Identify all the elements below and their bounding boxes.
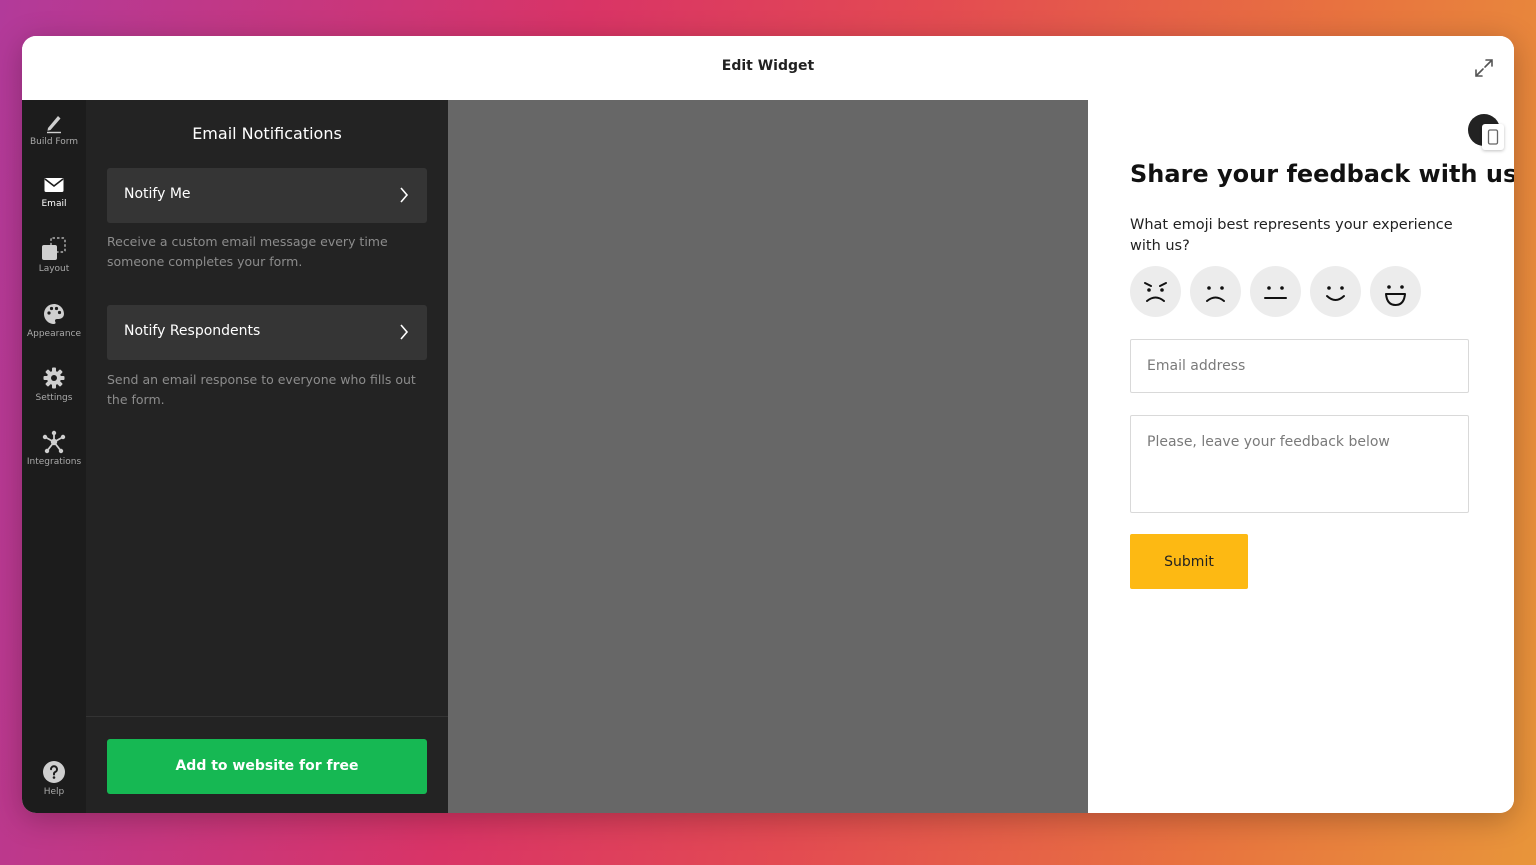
rail-label-settings: Settings xyxy=(35,393,73,403)
gear-icon xyxy=(43,367,65,389)
neutral-face-icon xyxy=(1264,286,1287,299)
grin-face-icon xyxy=(1385,285,1406,306)
notify-respondents-option[interactable]: Notify Respondents xyxy=(107,305,427,360)
widget-preview: Share your feedback with us What emoji b… xyxy=(1088,100,1514,813)
rail-item-help[interactable]: Help xyxy=(22,760,86,813)
rail-label-integrations: Integrations xyxy=(26,457,82,467)
title-bar: Edit Widget xyxy=(22,36,1514,101)
phone-icon xyxy=(1487,129,1499,145)
email-field[interactable] xyxy=(1130,339,1469,393)
notify-me-description: Receive a custom email message every tim… xyxy=(107,234,388,269)
notify-respondents-description: Send an email response to everyone who f… xyxy=(107,372,416,407)
edit-widget-window: Edit Widget Build Form Email Layout Appe… xyxy=(22,36,1514,813)
rail-item-appearance[interactable]: Appearance xyxy=(22,302,86,358)
angry-face-icon xyxy=(1144,282,1167,302)
rail-item-email[interactable]: Email xyxy=(22,174,86,230)
add-to-website-button[interactable]: Add to website for free xyxy=(107,739,427,794)
form-title: Share your feedback with us xyxy=(1130,160,1514,188)
chevron-right-icon xyxy=(400,324,409,340)
rail-label-help: Help xyxy=(43,787,65,797)
feedback-textarea[interactable] xyxy=(1130,415,1469,513)
preview-backdrop xyxy=(448,100,1088,813)
expand-icon[interactable] xyxy=(1472,56,1496,80)
rail-label-build-form: Build Form xyxy=(29,137,79,147)
envelope-icon xyxy=(44,178,64,192)
notify-me-label: Notify Me xyxy=(124,186,191,202)
window-title: Edit Widget xyxy=(721,58,815,74)
emoji-smile[interactable] xyxy=(1310,266,1361,317)
submit-button[interactable]: Submit xyxy=(1130,534,1248,589)
sidebar-rail: Build Form Email Layout Appearance Setti… xyxy=(22,100,87,813)
rail-item-layout[interactable]: Layout xyxy=(22,236,86,292)
palette-icon xyxy=(44,304,64,324)
emoji-neutral[interactable] xyxy=(1250,266,1301,317)
rail-label-layout: Layout xyxy=(38,264,70,274)
smile-face-icon xyxy=(1326,286,1345,301)
rail-item-build-form[interactable]: Build Form xyxy=(22,112,86,168)
panel-footer: Add to website for free xyxy=(86,716,448,813)
email-notifications-panel: Email Notifications Notify Me Receive a … xyxy=(86,100,448,813)
integrations-icon xyxy=(42,430,66,454)
rail-label-email: Email xyxy=(41,199,67,209)
emoji-angry[interactable] xyxy=(1130,266,1181,317)
panel-title: Email Notifications xyxy=(192,124,342,143)
sad-face-icon xyxy=(1206,286,1225,302)
layout-icon xyxy=(42,237,66,260)
notify-respondents-label: Notify Respondents xyxy=(124,323,261,339)
chevron-right-icon xyxy=(400,187,409,203)
help-icon xyxy=(43,761,65,783)
rail-label-appearance: Appearance xyxy=(26,329,82,339)
mobile-device-toggle[interactable] xyxy=(1482,124,1504,150)
notify-me-option[interactable]: Notify Me xyxy=(107,168,427,223)
rail-item-settings[interactable]: Settings xyxy=(22,366,86,422)
emoji-question: What emoji best represents your experien… xyxy=(1130,217,1453,254)
emoji-grin[interactable] xyxy=(1370,266,1421,317)
pencil-icon xyxy=(47,116,61,134)
rail-item-integrations[interactable]: Integrations xyxy=(22,430,86,486)
emoji-sad[interactable] xyxy=(1190,266,1241,317)
